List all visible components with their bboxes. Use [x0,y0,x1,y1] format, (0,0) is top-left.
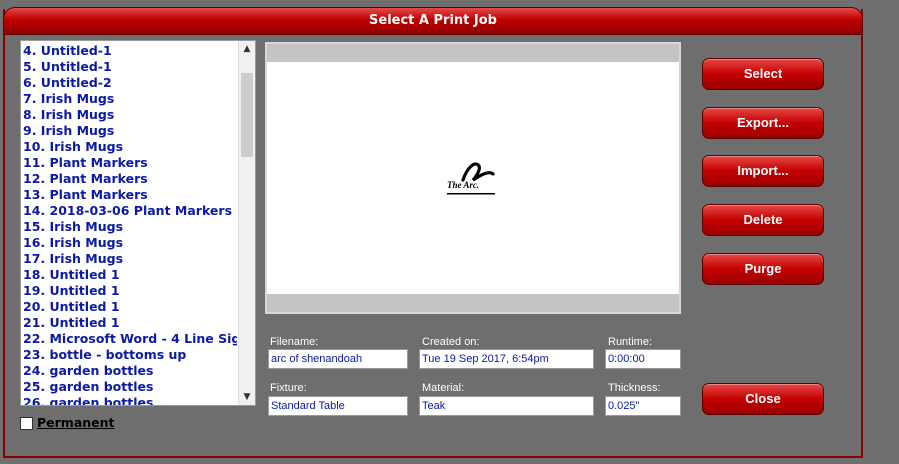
material-label: Material: [422,382,465,394]
close-button[interactable]: Close [702,383,824,415]
job-list-item[interactable]: 25. garden bottles [23,379,237,395]
job-list-item[interactable]: 4. Untitled-1 [23,43,237,59]
job-list-item[interactable]: 26. garden bottles [23,395,237,405]
job-list-item[interactable]: 23. bottle - bottoms up [23,347,237,363]
job-list-item[interactable]: 5. Untitled-1 [23,59,237,75]
import-button[interactable]: Import... [702,155,824,187]
runtime-label: Runtime: [608,336,653,348]
job-list-item[interactable]: 21. Untitled 1 [23,315,237,331]
job-list-item[interactable]: 14. 2018-03-06 Plant Markers [23,203,237,219]
fixture-label: Fixture: [270,382,307,394]
arc-logo-icon: The Arc. [447,162,495,195]
material-field[interactable]: Teak [419,396,594,416]
job-list-item[interactable]: 12. Plant Markers [23,171,237,187]
scroll-thumb[interactable] [241,73,253,157]
permanent-label[interactable]: Permanent [37,415,115,430]
created-field[interactable]: Tue 19 Sep 2017, 6:54pm [419,349,594,369]
select-button[interactable]: Select [702,58,824,90]
list-scrollbar[interactable]: ▲ ▼ [238,41,255,405]
thickness-label: Thickness: [608,382,661,394]
job-list-item[interactable]: 10. Irish Mugs [23,139,237,155]
job-list-item[interactable]: 20. Untitled 1 [23,299,237,315]
job-list-items: 4. Untitled-1 5. Untitled-1 6. Untitled-2 7… [23,43,237,405]
job-list-item[interactable]: 19. Untitled 1 [23,283,237,299]
preview-band-top [267,44,679,62]
job-list-item[interactable]: 6. Untitled-2 [23,75,237,91]
scroll-up-arrow-icon[interactable]: ▲ [239,41,255,57]
permanent-checkbox[interactable] [20,417,33,430]
filename-field[interactable]: arc of shenandoah [268,349,408,369]
dialog-title: Select A Print Job [3,7,863,35]
job-list-item[interactable]: 24. garden bottles [23,363,237,379]
job-listbox[interactable]: 4. Untitled-1 5. Untitled-1 6. Untitled-2 7… [20,40,256,406]
fixture-field[interactable]: Standard Table [268,396,408,416]
delete-button[interactable]: Delete [702,204,824,236]
logo-text: The Arc. [447,180,479,190]
created-label: Created on: [422,336,480,348]
job-list-item[interactable]: 15. Irish Mugs [23,219,237,235]
export-button[interactable]: Export... [702,107,824,139]
thickness-field[interactable]: 0.025" [605,396,681,416]
job-list-item[interactable]: 8. Irish Mugs [23,107,237,123]
job-list-item[interactable]: 9. Irish Mugs [23,123,237,139]
job-list-item[interactable]: 7. Irish Mugs [23,91,237,107]
job-list-item[interactable]: 16. Irish Mugs [23,235,237,251]
purge-button[interactable]: Purge [702,253,824,285]
preview-band-bottom [267,294,679,312]
job-list-item[interactable]: 22. Microsoft Word - 4 Line Sign [23,331,237,347]
job-list-item[interactable]: 17. Irish Mugs [23,251,237,267]
job-list-item[interactable]: 11. Plant Markers [23,155,237,171]
runtime-field[interactable]: 0:00:00 [605,349,681,369]
filename-label: Filename: [270,336,319,348]
job-list-item[interactable]: 18. Untitled 1 [23,267,237,283]
job-preview: The Arc. [265,42,681,314]
scroll-down-arrow-icon[interactable]: ▼ [239,389,255,405]
job-list-item[interactable]: 13. Plant Markers [23,187,237,203]
